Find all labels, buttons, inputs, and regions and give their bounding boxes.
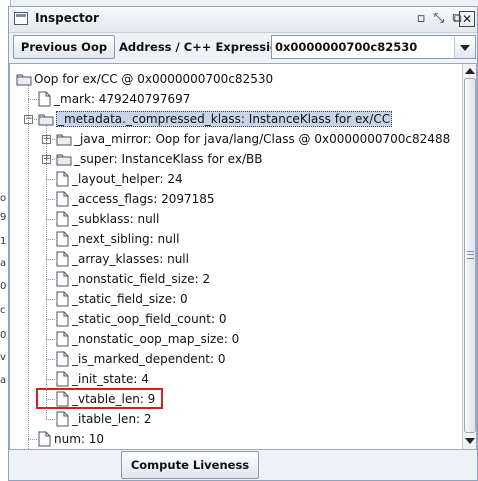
tree-connector	[28, 85, 29, 449]
tree-connector	[46, 125, 47, 419]
previous-oop-button[interactable]: Previous Oop	[13, 35, 115, 59]
tree-folder-node[interactable]: − _metadata._compressed_klass: InstanceKl…	[10, 110, 460, 128]
tree-connector	[46, 199, 55, 200]
tree-node-label: _metadata._compressed_klass: InstanceKla…	[56, 111, 393, 127]
tree-node-label: _layout_helper: 24	[72, 172, 183, 186]
tree-connector	[28, 439, 37, 440]
tree-leaf-node[interactable]: _itable_len: 2	[10, 410, 460, 428]
tree-node-label: _itable_len: 2	[72, 412, 152, 426]
chevron-down-icon[interactable]	[454, 36, 475, 58]
tree-node-label: _static_oop_field_count: 0	[72, 312, 227, 326]
tree-connector	[46, 179, 55, 180]
document-icon	[56, 211, 69, 232]
tree-connector	[28, 99, 37, 100]
scroll-down-icon[interactable]	[463, 434, 476, 448]
tree-connector	[46, 259, 55, 260]
background-text-fragment: 0	[0, 330, 7, 341]
tree-folder-node[interactable]: + _java_mirror: Oop for java/lang/Class @…	[10, 130, 460, 148]
inspector-window: Inspector ▫ ⤡ ⧉ ✕ Previous Oop Address /…	[8, 6, 478, 481]
tree-leaf-node[interactable]: _next_sibling: null	[10, 230, 460, 248]
document-icon	[38, 91, 51, 112]
address-input[interactable]: 0x0000000700c82530	[275, 40, 417, 54]
tree-connector	[46, 219, 55, 220]
scroll-up-icon[interactable]	[463, 64, 476, 78]
tree-node-label: _nonstatic_field_size: 2	[72, 272, 211, 286]
tree-node-label: _array_klasses: null	[72, 252, 189, 266]
tree-leaf-node[interactable]: _subklass: null	[10, 210, 460, 228]
scrollbar-grip-icon	[467, 251, 474, 259]
compute-liveness-button[interactable]: Compute Liveness	[121, 451, 259, 479]
scrollbar-thumb[interactable]	[464, 78, 476, 433]
document-icon	[56, 191, 69, 212]
tree-connector	[46, 359, 55, 360]
tree-leaf-node[interactable]: _access_flags: 2097185	[10, 190, 460, 208]
background-text-fragment: o	[0, 193, 7, 204]
restore-icon[interactable]: ⤡	[431, 11, 447, 27]
tree-node-label: _next_sibling: null	[72, 232, 180, 246]
oop-tree[interactable]: Oop for ex/CC @ 0x0000000700c82530 _mark:…	[9, 63, 477, 450]
document-icon	[56, 231, 69, 252]
document-icon	[56, 251, 69, 272]
toolbar: Previous Oop Address / C++ Expression: 0…	[9, 33, 477, 61]
tree-connector	[46, 239, 55, 240]
tree-node-label: _java_mirror: Oop for java/lang/Class @ …	[74, 132, 451, 146]
background-text-fragment: c	[0, 305, 6, 316]
folder-icon	[56, 152, 72, 171]
document-icon	[56, 271, 69, 292]
tree-node-label: _access_flags: 2097185	[72, 192, 215, 206]
tree-leaf-node[interactable]: _is_marked_dependent: 0	[10, 350, 460, 368]
tree-connector	[46, 279, 55, 280]
address-combobox[interactable]: 0x0000000700c82530	[271, 35, 476, 59]
background-text-fragment: 0	[0, 281, 7, 292]
address-label: Address / C++ Expression:	[119, 40, 291, 54]
tree-leaf-node[interactable]: _static_field_size: 0	[10, 290, 460, 308]
background-text-fragment: 1	[0, 236, 7, 247]
tree-connector	[46, 339, 55, 340]
document-icon	[56, 411, 69, 432]
document-icon	[38, 431, 51, 449]
close-icon[interactable]: ✕	[459, 11, 475, 27]
background-text-fragment: v	[0, 352, 6, 363]
tree-node-label: _mark: 479240797697	[54, 92, 191, 106]
tree-connector	[46, 299, 55, 300]
tree-node-label: _super: InstanceKlass for ex/BB	[74, 152, 263, 166]
tree-connector	[46, 319, 55, 320]
tree-leaf-node[interactable]: _layout_helper: 24	[10, 170, 460, 188]
tree-leaf-node[interactable]: _init_state: 4	[10, 370, 460, 388]
background-text-fragment: a	[0, 258, 7, 269]
tree-leaf-node[interactable]: num: 10	[10, 430, 460, 448]
tree-leaf-node[interactable]: _nonstatic_field_size: 2	[10, 270, 460, 288]
document-icon	[56, 331, 69, 352]
tree-node-label: _is_marked_dependent: 0	[72, 352, 226, 366]
annotation-highlight-box	[36, 388, 163, 409]
tree-folder-node[interactable]: Oop for ex/CC @ 0x0000000700c82530	[10, 70, 460, 88]
tree-connector	[46, 379, 55, 380]
tree-leaf-node[interactable]: _array_klasses: null	[10, 250, 460, 268]
window-title: Inspector	[35, 11, 99, 25]
tree-node-label: Oop for ex/CC @ 0x0000000700c82530	[34, 72, 274, 86]
tree-node-label: _static_field_size: 0	[72, 292, 188, 306]
tree-connector	[46, 419, 55, 420]
document-icon	[56, 351, 69, 372]
minimize-icon[interactable]: ▫	[413, 11, 429, 27]
tree-leaf-node[interactable]: _mark: 479240797697	[10, 90, 460, 108]
tree-node-label: _subklass: null	[72, 212, 160, 226]
folder-icon	[56, 132, 72, 151]
background-text-fragment: 9	[0, 212, 7, 223]
tree-leaf-node[interactable]: _static_oop_field_count: 0	[10, 310, 460, 328]
tree-leaf-node[interactable]: _nonstatic_oop_map_size: 0	[10, 330, 460, 348]
tree-node-label: num: 10	[54, 432, 105, 446]
title-bar[interactable]: Inspector ▫ ⤡ ⧉ ✕	[9, 7, 477, 33]
document-icon	[56, 171, 69, 192]
tree-node-label: _init_state: 4	[72, 372, 149, 386]
vertical-scrollbar[interactable]	[462, 64, 476, 449]
document-icon	[56, 291, 69, 312]
tree-folder-node[interactable]: + _super: InstanceKlass for ex/BB	[10, 150, 460, 168]
tree-node-label: _nonstatic_oop_map_size: 0	[72, 332, 240, 346]
folder-icon	[16, 72, 32, 91]
background-text-fragment: a	[0, 375, 7, 386]
document-icon	[56, 311, 69, 332]
window-icon	[14, 12, 28, 25]
